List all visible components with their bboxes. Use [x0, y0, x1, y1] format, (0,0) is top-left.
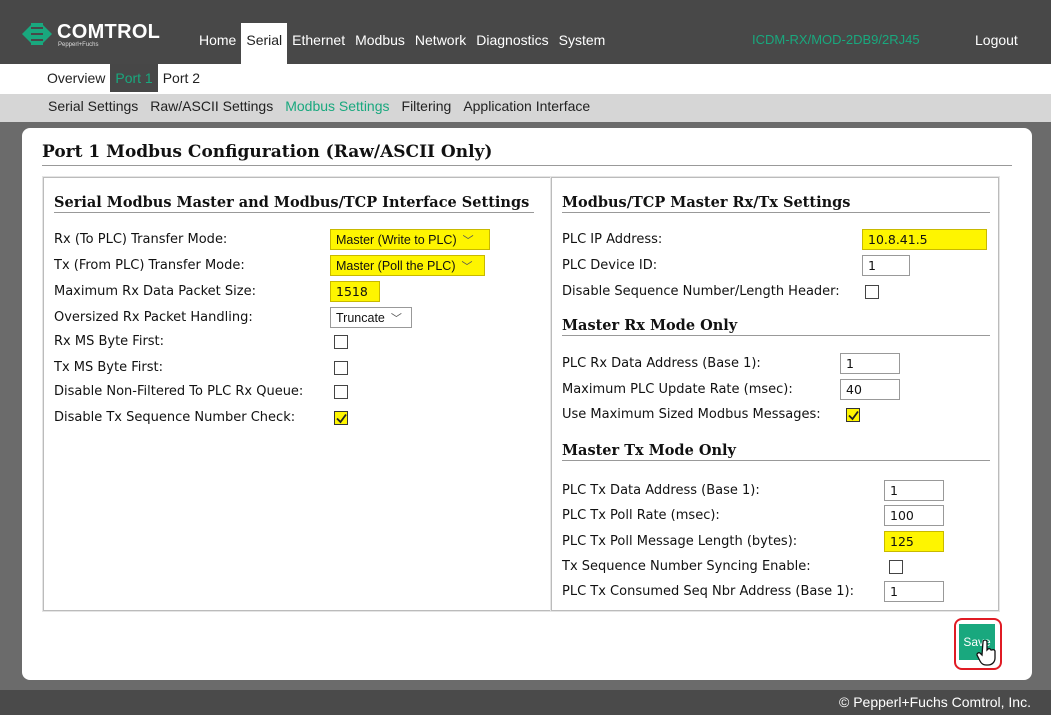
rx-transfer-mode-value: Master (Write to PLC) — [336, 233, 457, 247]
master-rx-divider — [562, 335, 990, 336]
title-divider — [42, 165, 1012, 166]
rx-transfer-mode-label: Rx (To PLC) Transfer Mode: — [54, 232, 228, 247]
nav-network[interactable]: Network — [410, 23, 471, 64]
master-tx-divider — [562, 460, 990, 461]
left-section-divider — [54, 212, 534, 213]
plc-tx-poll-rate-input[interactable]: 100 — [884, 505, 944, 526]
nav-serial[interactable]: Serial — [241, 23, 288, 64]
device-model-label: ICDM-RX/MOD-2DB9/2RJ45 — [752, 32, 920, 47]
logo-mark-icon — [22, 23, 52, 45]
disable-seq-header-checkbox[interactable] — [865, 285, 879, 299]
port-tabs: Overview Port 1 Port 2 — [0, 64, 1051, 94]
rx-transfer-mode-select[interactable]: Master (Write to PLC) ﹀ — [330, 229, 490, 250]
plc-tx-address-input[interactable]: 1 — [884, 480, 944, 501]
tx-seq-sync-checkbox[interactable] — [889, 560, 903, 574]
nav-system[interactable]: System — [554, 23, 611, 64]
checkmark-icon — [848, 410, 859, 421]
logout-link[interactable]: Logout — [975, 32, 1018, 48]
disable-seq-header-label: Disable Sequence Number/Length Header: — [562, 284, 840, 299]
max-update-rate-label: Maximum PLC Update Rate (msec): — [562, 382, 793, 397]
brand-sub: Pepperl+Fuchs — [58, 42, 99, 48]
master-rx-heading: Master Rx Mode Only — [562, 317, 738, 334]
tx-transfer-mode-value: Master (Poll the PLC) — [336, 259, 456, 273]
oversized-handling-label: Oversized Rx Packet Handling: — [54, 310, 253, 325]
plc-tx-consumed-label: PLC Tx Consumed Seq Nbr Address (Base 1)… — [562, 584, 854, 599]
nav-home[interactable]: Home — [194, 23, 241, 64]
disable-non-filtered-label: Disable Non-Filtered To PLC Rx Queue: — [54, 384, 304, 399]
nav-modbus[interactable]: Modbus — [350, 23, 410, 64]
tab-filtering[interactable]: Filtering — [396, 94, 458, 122]
left-section-heading: Serial Modbus Master and Modbus/TCP Inte… — [54, 194, 530, 211]
copyright-text: © Pepperl+Fuchs Comtrol, Inc. — [838, 694, 1031, 710]
tx-transfer-mode-select[interactable]: Master (Poll the PLC) ﹀ — [330, 255, 485, 276]
plc-rx-address-input[interactable]: 1 — [840, 353, 900, 374]
hand-pointer-icon — [976, 640, 996, 666]
nav-diagnostics[interactable]: Diagnostics — [471, 23, 553, 64]
plc-tx-msg-length-input[interactable]: 125 — [884, 531, 944, 552]
main-content: Port 1 Modbus Configuration (Raw/ASCII O… — [22, 128, 1032, 680]
tab-port-1[interactable]: Port 1 — [110, 64, 158, 92]
tab-modbus-settings[interactable]: Modbus Settings — [279, 94, 395, 122]
tx-ms-byte-checkbox[interactable] — [334, 361, 348, 375]
chevron-down-icon: ﹀ — [390, 313, 402, 325]
checkmark-icon — [336, 413, 347, 424]
top-nav: Home Serial Ethernet Modbus Network Diag… — [194, 23, 610, 64]
plc-tx-poll-rate-label: PLC Tx Poll Rate (msec): — [562, 508, 720, 523]
tab-serial-settings[interactable]: Serial Settings — [42, 94, 144, 122]
disable-non-filtered-checkbox[interactable] — [334, 385, 348, 399]
right-section-divider — [562, 212, 990, 213]
tab-raw-ascii-settings[interactable]: Raw/ASCII Settings — [144, 94, 279, 122]
use-max-sized-checkbox[interactable] — [846, 408, 860, 422]
plc-ip-label: PLC IP Address: — [562, 232, 663, 247]
comtrol-logo[interactable]: COMTROL Pepperl+Fuchs — [22, 20, 172, 48]
tab-overview[interactable]: Overview — [42, 64, 110, 92]
top-bar: COMTROL Pepperl+Fuchs Home Serial Ethern… — [0, 0, 1051, 64]
serial-modbus-master-panel: Serial Modbus Master and Modbus/TCP Inte… — [43, 177, 551, 611]
oversized-handling-select[interactable]: Truncate ﹀ — [330, 307, 412, 328]
tx-ms-byte-label: Tx MS Byte First: — [54, 360, 163, 375]
page-title: Port 1 Modbus Configuration (Raw/ASCII O… — [42, 142, 493, 162]
disable-tx-seq-check-label: Disable Tx Sequence Number Check: — [54, 410, 296, 425]
max-rx-packet-label: Maximum Rx Data Packet Size: — [54, 284, 256, 299]
tab-application-interface[interactable]: Application Interface — [457, 94, 596, 122]
settings-tabs: Serial Settings Raw/ASCII Settings Modbu… — [0, 94, 1051, 122]
plc-tx-address-label: PLC Tx Data Address (Base 1): — [562, 483, 760, 498]
tx-transfer-mode-label: Tx (From PLC) Transfer Mode: — [54, 258, 245, 273]
brand-name: COMTROL — [57, 21, 161, 43]
oversized-handling-value: Truncate — [336, 311, 385, 325]
nav-ethernet[interactable]: Ethernet — [287, 23, 350, 64]
footer: © Pepperl+Fuchs Comtrol, Inc. — [0, 690, 1051, 715]
plc-device-id-label: PLC Device ID: — [562, 258, 658, 273]
tab-port-2[interactable]: Port 2 — [158, 64, 205, 92]
max-rx-packet-input[interactable]: 1518 — [330, 281, 380, 302]
rx-ms-byte-checkbox[interactable] — [334, 335, 348, 349]
right-section-heading: Modbus/TCP Master Rx/Tx Settings — [562, 194, 851, 211]
modbus-tcp-master-panel: Modbus/TCP Master Rx/Tx Settings PLC IP … — [551, 177, 999, 611]
plc-tx-consumed-input[interactable]: 1 — [884, 581, 944, 602]
use-max-sized-label: Use Maximum Sized Modbus Messages: — [562, 407, 821, 422]
rx-ms-byte-label: Rx MS Byte First: — [54, 334, 165, 349]
tx-seq-sync-label: Tx Sequence Number Syncing Enable: — [562, 559, 811, 574]
save-highlight-box: Save — [954, 618, 1002, 670]
master-tx-heading: Master Tx Mode Only — [562, 442, 736, 459]
plc-rx-address-label: PLC Rx Data Address (Base 1): — [562, 356, 761, 371]
max-update-rate-input[interactable]: 40 — [840, 379, 900, 400]
plc-device-id-input[interactable]: 1 — [862, 255, 910, 276]
plc-ip-input[interactable]: 10.8.41.5 — [862, 229, 987, 250]
plc-tx-msg-length-label: PLC Tx Poll Message Length (bytes): — [562, 534, 798, 549]
chevron-down-icon: ﹀ — [461, 261, 473, 273]
chevron-down-icon: ﹀ — [462, 235, 474, 247]
disable-tx-seq-check-checkbox[interactable] — [334, 411, 348, 425]
